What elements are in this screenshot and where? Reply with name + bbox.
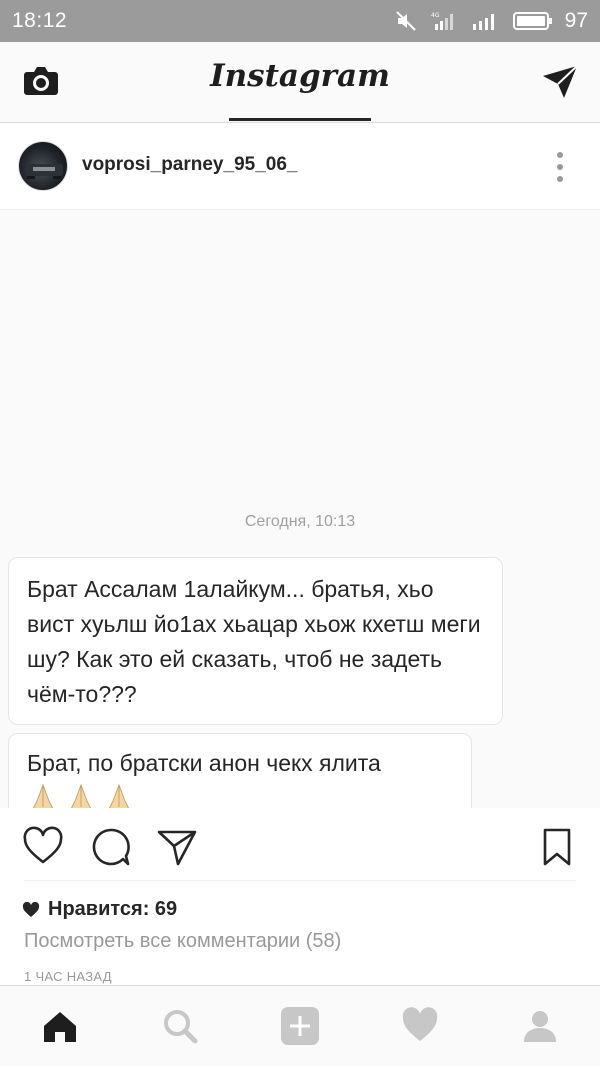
bottom-tab-bar [0, 985, 600, 1066]
likes-label: Нравится: 69 [48, 898, 178, 920]
bookmark-icon[interactable] [536, 826, 578, 868]
post-actions: Нравится: 69 Посмотреть все комментарии … [0, 808, 600, 984]
chat-message-text: Брат, по братски анон чекх ялита [27, 750, 381, 776]
view-comments-link[interactable]: Посмотреть все комментарии (58) [24, 930, 341, 953]
post-header: voprosi_parney_95_06_ [0, 123, 600, 210]
logo-underline [229, 118, 371, 121]
chat-message: Брат Ассалам 1алайкум... братья, хьо вис… [8, 557, 503, 725]
post-image[interactable]: Сегодня, 10:13 Брат Ассалам 1алайкум... … [0, 210, 600, 833]
divider [24, 880, 576, 881]
home-icon[interactable] [40, 1006, 80, 1046]
battery-icon [512, 12, 552, 30]
heart-outline-icon[interactable] [22, 826, 64, 868]
praying-hands-emojis [27, 783, 453, 809]
battery-level: 97 [564, 9, 588, 32]
heart-small-icon [22, 901, 40, 917]
svg-text:4G: 4G [431, 12, 440, 19]
status-time: 18:12 [12, 9, 68, 32]
heart-filled-icon[interactable] [400, 1006, 440, 1046]
praying-hands-icon [70, 783, 92, 809]
post-time-ago: 1 ЧАС НАЗАД [24, 969, 112, 984]
praying-hands-icon [108, 783, 130, 809]
avatar[interactable] [18, 141, 68, 191]
direct-send-icon[interactable] [540, 62, 580, 102]
chat-timestamp: Сегодня, 10:13 [244, 513, 356, 530]
share-icon[interactable] [156, 826, 198, 868]
comment-icon[interactable] [90, 826, 132, 868]
app-header: Instagram [0, 42, 600, 123]
praying-hands-icon [32, 783, 54, 809]
instagram-logo: Instagram [210, 58, 390, 94]
signal-4g-icon: 4G [431, 12, 453, 30]
likes-count[interactable]: Нравится: 69 [22, 898, 177, 921]
signal-icon [472, 14, 494, 30]
mute-icon [395, 11, 416, 31]
add-icon[interactable] [280, 1006, 320, 1046]
avatar-car-image [25, 164, 63, 179]
status-icons: 4G 97 [395, 9, 588, 33]
search-icon[interactable] [160, 1006, 200, 1046]
post-username[interactable]: voprosi_parney_95_06_ [82, 154, 297, 176]
profile-icon[interactable] [520, 1006, 560, 1046]
status-bar: 18:12 4G 97 [0, 0, 600, 42]
more-vertical-icon[interactable] [548, 145, 572, 189]
